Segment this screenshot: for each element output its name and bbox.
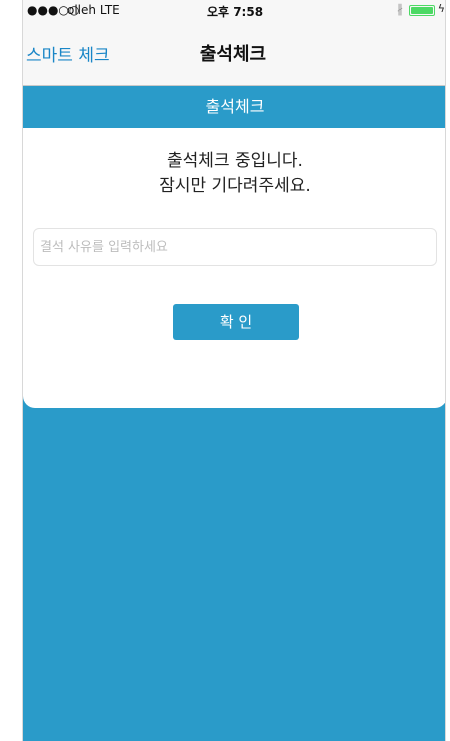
- bluetooth-icon: ∦: [397, 2, 403, 16]
- navigation-bar: 스마트 체크 출석체크: [23, 20, 445, 86]
- battery-icon: [409, 5, 435, 16]
- back-button[interactable]: 스마트 체크: [26, 41, 110, 66]
- status-time: 오후 7:58: [206, 5, 264, 19]
- charging-bolt-icon: ϟ: [437, 2, 445, 15]
- section-header: 출석체크: [23, 86, 445, 128]
- confirm-button[interactable]: 확 인: [173, 304, 299, 340]
- absence-reason-input[interactable]: [33, 228, 437, 266]
- attendance-card: 출석체크 중입니다. 잠시만 기다려주세요. 확 인: [23, 128, 445, 408]
- status-message-line2: 잠시만 기다려주세요.: [159, 176, 311, 196]
- nav-title: 출석체크: [199, 44, 267, 65]
- status-bar: ●●●○○ olleh LTE 오후 7:58 ∦ ϟ: [23, 0, 445, 20]
- phone-screen: ●●●○○ olleh LTE 오후 7:58 ∦ ϟ 스마트 체크 출석체크 …: [22, 0, 446, 741]
- status-message-line1: 출석체크 중입니다.: [167, 151, 303, 171]
